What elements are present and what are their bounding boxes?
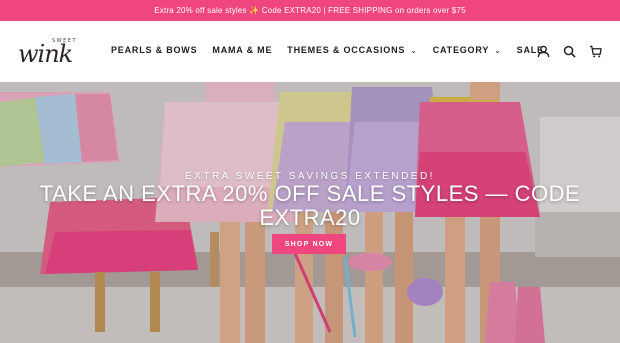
nav-label: THEMES & OCCASIONS	[287, 45, 406, 55]
site-header: SWEET wink PEARLS & BOWS MAMA & ME THEME…	[0, 21, 620, 82]
chevron-down-icon: ⌄	[494, 45, 502, 55]
search-icon[interactable]	[563, 45, 576, 58]
header-icons	[537, 45, 602, 58]
cart-icon[interactable]	[589, 45, 602, 58]
nav-item-mama-me[interactable]: MAMA & ME	[212, 45, 272, 55]
user-icon[interactable]	[537, 45, 550, 58]
logo-name: wink	[18, 40, 73, 68]
main-nav: PEARLS & BOWS MAMA & ME THEMES & OCCASIO…	[111, 45, 544, 55]
brand-logo[interactable]: SWEET wink	[18, 35, 90, 69]
nav-label: CATEGORY	[432, 45, 490, 55]
nav-label: PEARLS & BOWS	[111, 45, 198, 55]
nav-item-themes-occasions[interactable]: THEMES & OCCASIONS ⌄	[287, 45, 417, 55]
shop-now-button[interactable]: SHOP NOW	[272, 234, 346, 254]
announcement-bar[interactable]: Extra 20% off sale styles ✨ Code EXTRA20…	[0, 0, 620, 21]
announcement-text[interactable]: Extra 20% off sale styles ✨ Code EXTRA20…	[154, 6, 465, 15]
hero-title: TAKE AN EXTRA 20% OFF SALE STYLES — CODE…	[39, 181, 581, 230]
hero-banner[interactable]: Extra Sweet Savings Extended! TAKE AN EX…	[0, 82, 620, 343]
nav-label: MAMA & ME	[212, 45, 273, 55]
chevron-down-icon: ⌄	[410, 45, 418, 55]
nav-item-pearls-bows[interactable]: PEARLS & BOWS	[111, 45, 197, 55]
nav-item-category[interactable]: CATEGORY ⌄	[433, 45, 502, 55]
